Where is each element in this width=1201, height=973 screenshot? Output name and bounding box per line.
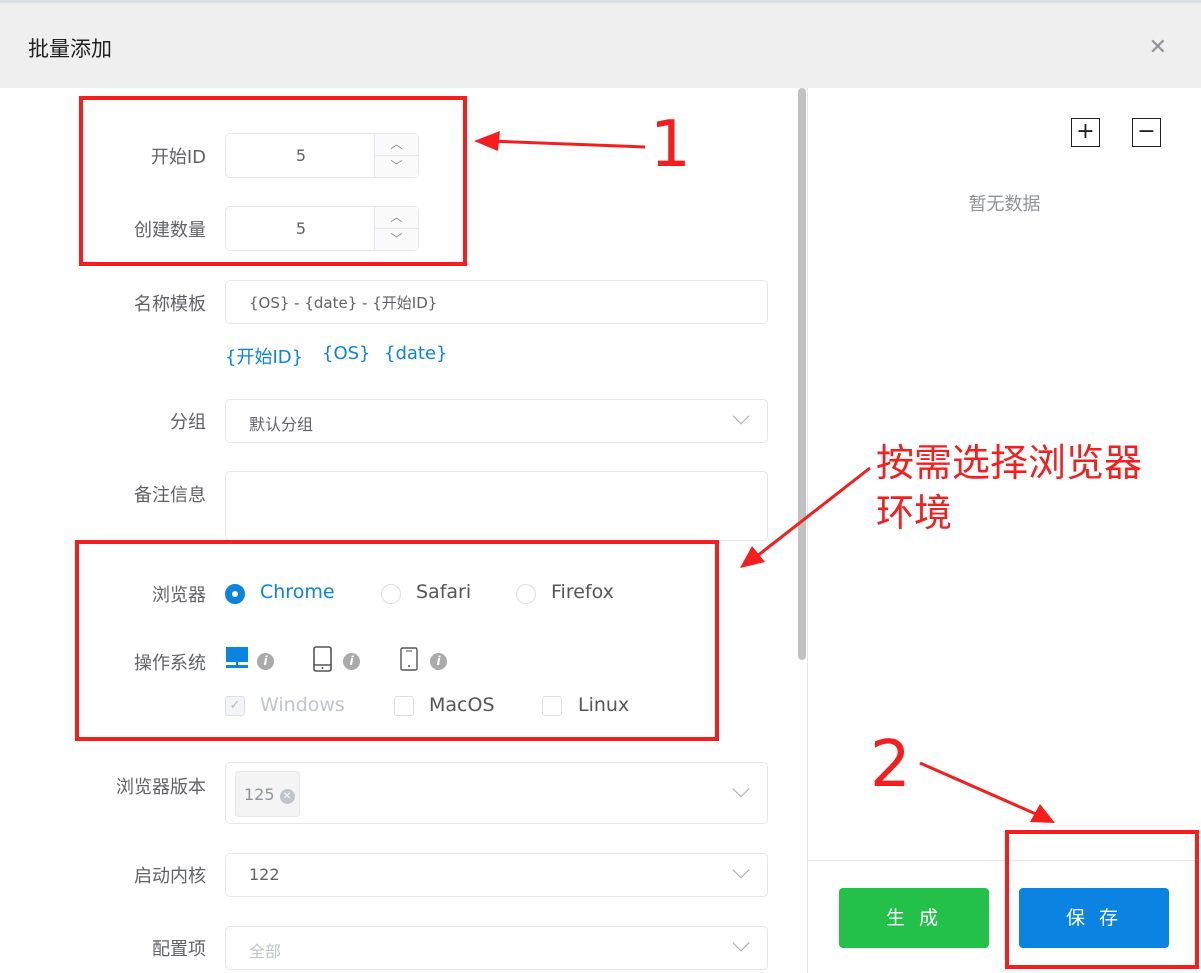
annotation-box xyxy=(75,540,719,741)
annotation-note: 按需选择浏览器环境 xyxy=(876,441,1143,535)
arrow-head xyxy=(740,546,765,568)
arrow-head xyxy=(474,131,500,151)
annotation-2: 2 xyxy=(870,728,911,802)
annotation-1: 1 xyxy=(650,108,691,182)
annotation-box xyxy=(1005,830,1199,969)
annotation-box xyxy=(79,96,467,266)
